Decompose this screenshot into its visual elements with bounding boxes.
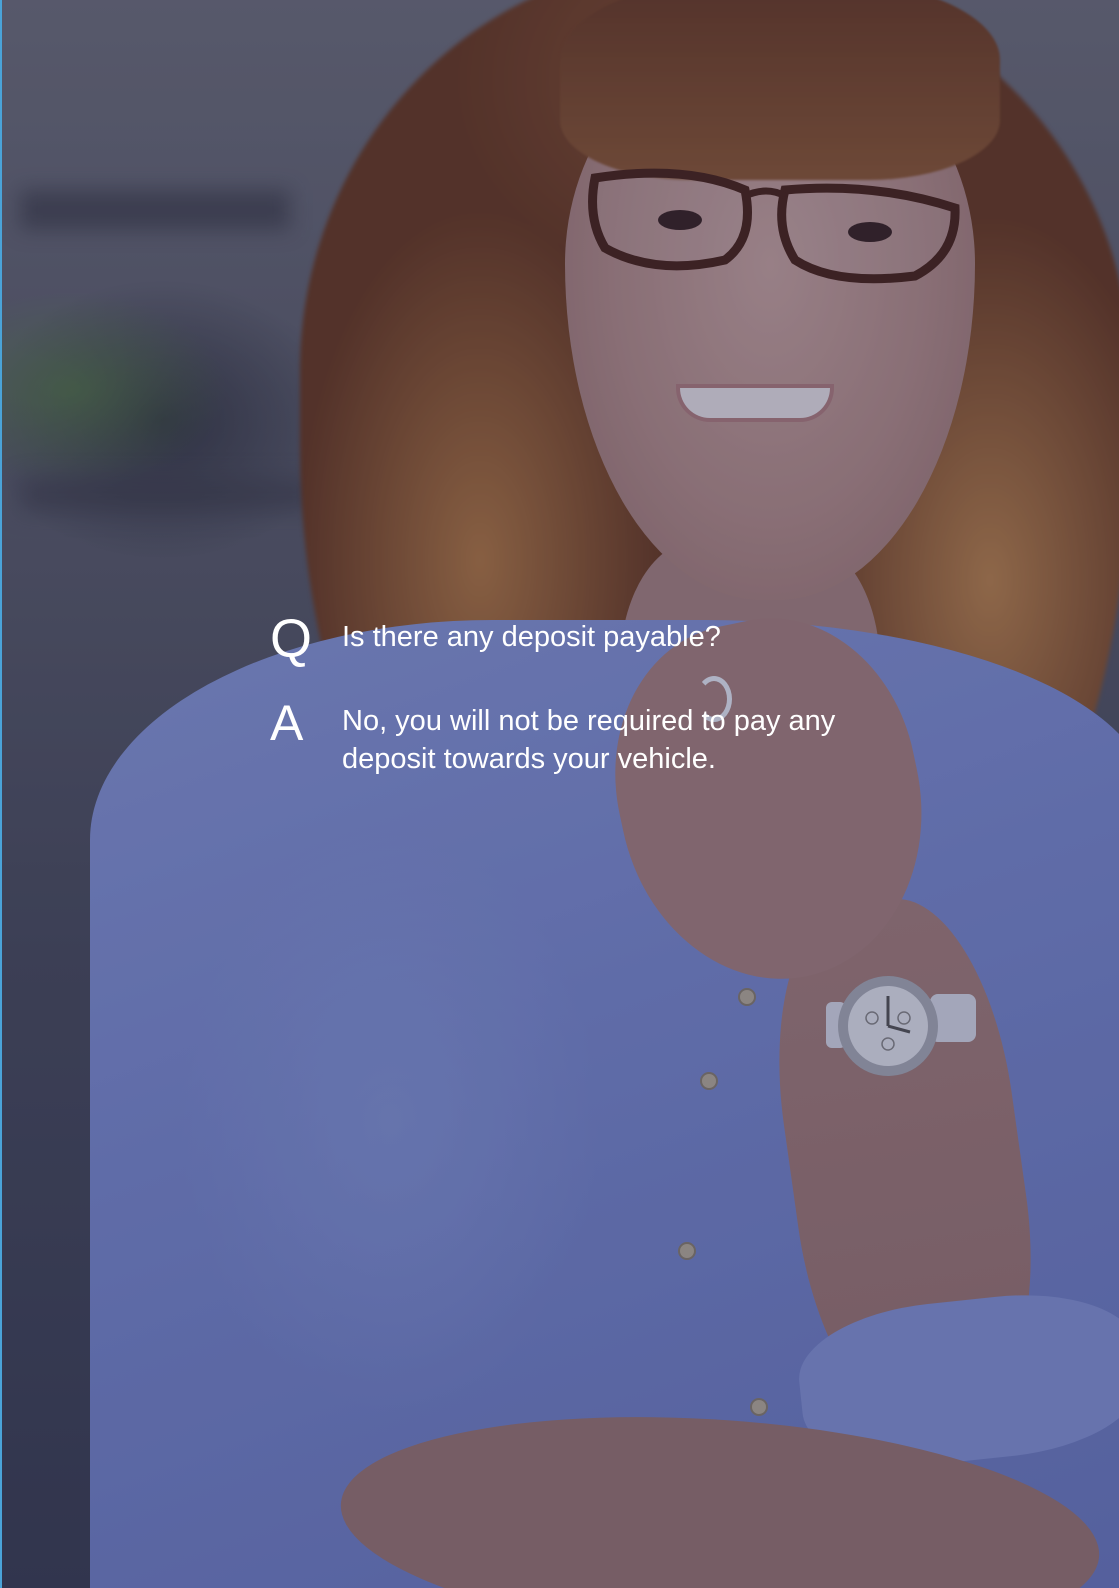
left-accent-stripe <box>0 0 2 1588</box>
question-letter: Q <box>270 609 313 669</box>
dark-overlay <box>0 0 1119 1588</box>
question-row: Q Is there any deposit payable? <box>270 610 970 678</box>
page: Q Is there any deposit payable? A No, yo… <box>0 0 1119 1588</box>
answer-row: A No, you will not be required to pay an… <box>270 690 970 778</box>
answer-text: No, you will not be required to pay any … <box>342 705 836 775</box>
question-text: Is there any deposit payable? <box>342 621 721 653</box>
qa-block: Q Is there any deposit payable? A No, yo… <box>270 610 970 778</box>
answer-letter: A <box>270 695 304 751</box>
